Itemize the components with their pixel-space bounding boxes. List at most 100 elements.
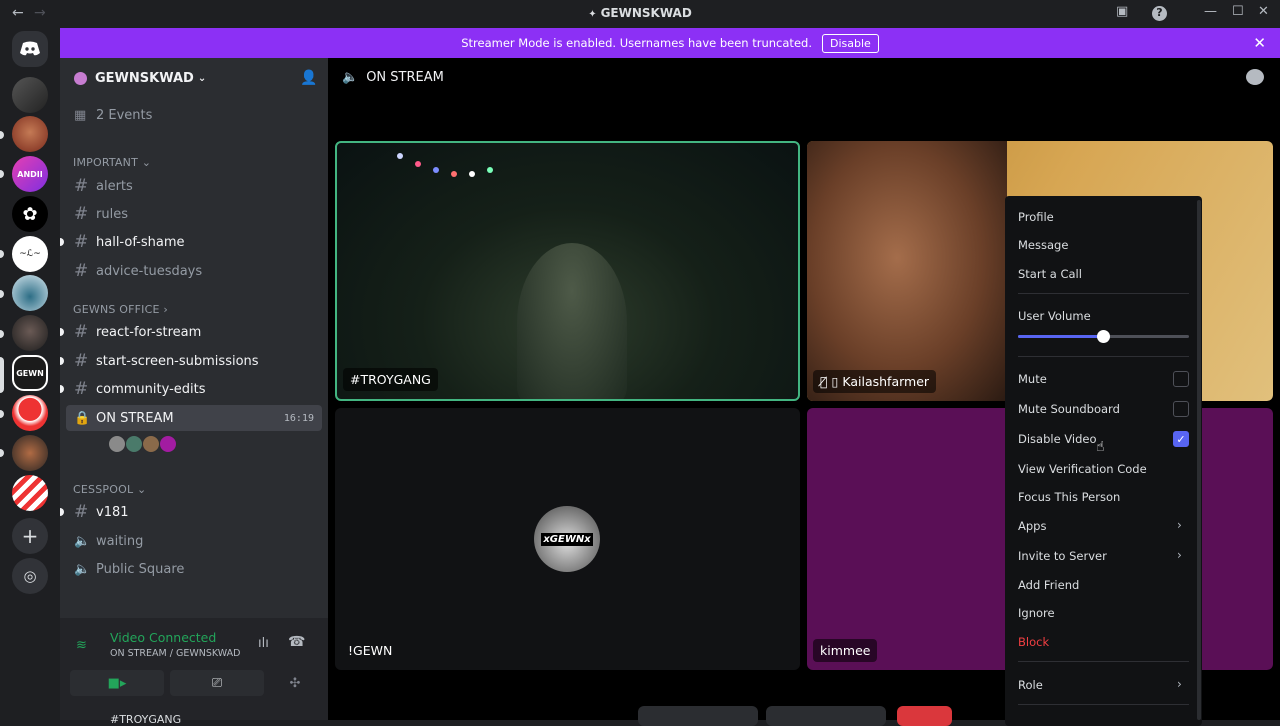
chevron-right-icon: › xyxy=(1177,518,1182,532)
channel-waiting[interactable]: 🔈 waiting xyxy=(66,528,322,554)
camera-button[interactable]: ■▸ xyxy=(70,670,164,696)
server-logo-icon: ✦ xyxy=(588,9,597,20)
events-label: 2 Events xyxy=(96,107,153,123)
activities-button[interactable]: ✣ xyxy=(270,670,320,696)
disconnect-icon[interactable]: ☎ xyxy=(288,634,305,650)
help-icon[interactable]: ? xyxy=(1152,6,1167,21)
mute-checkbox[interactable] xyxy=(1173,371,1189,387)
menu-item-add-friend[interactable]: Add Friend xyxy=(1018,578,1079,592)
voice-status[interactable]: Video Connected xyxy=(110,630,216,645)
server-icon-popcorn[interactable] xyxy=(12,475,48,511)
menu-item-block[interactable]: Block xyxy=(1018,635,1049,649)
channel-public-square[interactable]: 🔈 Public Square xyxy=(66,556,322,582)
person-silhouette xyxy=(517,243,627,399)
channel-alerts[interactable]: # alerts xyxy=(66,173,322,199)
channel-label: waiting xyxy=(96,533,144,549)
server-icon-portrait[interactable] xyxy=(12,315,48,351)
channel-sidebar: GEWNSKWAD ⌄ 👤 ▦ 2 Events IMPORTANT ⌄ # al… xyxy=(60,58,328,726)
channel-label: start-screen-submissions xyxy=(96,353,259,369)
menu-item-mute[interactable]: Mute xyxy=(1018,372,1047,386)
speaker-icon: 🔈 xyxy=(74,561,91,577)
disable-video-checkbox[interactable]: ✓ xyxy=(1173,431,1189,447)
title-bar: ← → ✦ GEWNSKWAD ▣ ? — ☐ ✕ xyxy=(0,0,1280,28)
participant-avatar xyxy=(125,435,143,453)
avatar-text: xGEWNx xyxy=(541,532,593,546)
category-important[interactable]: IMPORTANT ⌄ xyxy=(73,156,151,169)
menu-item-apps[interactable]: Apps xyxy=(1018,519,1046,533)
stage-control-share[interactable] xyxy=(766,706,886,726)
channel-advice-tuesdays[interactable]: # advice-tuesdays xyxy=(66,258,322,284)
chat-bubble-icon[interactable] xyxy=(1246,69,1264,85)
menu-item-disable-video[interactable]: Disable Video xyxy=(1018,432,1097,446)
events-item[interactable]: ▦ 2 Events xyxy=(66,102,322,128)
server-icon-butterfly[interactable]: ✿ xyxy=(12,196,48,232)
add-server-icon[interactable]: + xyxy=(12,518,48,554)
muted-mic-icon: 🎙̸ xyxy=(820,374,828,389)
disable-streamer-mode-button[interactable]: Disable xyxy=(821,33,879,53)
menu-item-profile[interactable]: Profile xyxy=(1018,210,1054,224)
menu-item-focus-this-person[interactable]: Focus This Person xyxy=(1018,490,1120,504)
menu-item-ignore[interactable]: Ignore xyxy=(1018,606,1055,620)
menu-separator xyxy=(1018,704,1189,705)
banner-text: Streamer Mode is enabled. Usernames have… xyxy=(461,36,812,50)
user-volume-fill xyxy=(1018,335,1104,338)
stage-control-camera[interactable] xyxy=(638,706,758,726)
add-member-icon[interactable]: 👤 xyxy=(300,70,317,86)
channel-label: v181 xyxy=(96,504,129,520)
maximize-icon[interactable]: ☐ xyxy=(1232,4,1244,19)
channel-label: react-for-stream xyxy=(96,324,202,340)
mouse-cursor-icon: ☝ xyxy=(1096,439,1105,455)
server-icon-script-logo[interactable]: ~ℒ~ xyxy=(12,236,48,272)
server-icon-photo[interactable] xyxy=(12,275,48,311)
channel-on-stream[interactable]: 🔒 ON STREAM 16:19 xyxy=(66,405,322,431)
channel-label: rules xyxy=(96,206,128,222)
channel-start-screen-submissions[interactable]: # start-screen-submissions xyxy=(60,348,322,374)
voice-status-panel: ≋ Video Connected ON STREAM / GEWNSKWAD … xyxy=(60,618,328,726)
window-title-text: GEWNSKWAD xyxy=(600,6,692,20)
hash-icon: # xyxy=(74,379,89,399)
menu-item-user-volume: User Volume xyxy=(1018,309,1091,323)
discord-home-icon[interactable] xyxy=(12,31,48,67)
participant-avatar xyxy=(142,435,160,453)
channel-community-edits[interactable]: # community-edits xyxy=(60,376,322,402)
participant-avatar xyxy=(108,435,126,453)
menu-item-start-call[interactable]: Start a Call xyxy=(1018,267,1082,281)
server-icon-andii-skwad[interactable]: ANDII xyxy=(12,156,48,192)
server-header[interactable]: GEWNSKWAD ⌄ 👤 xyxy=(60,58,328,98)
menu-item-role[interactable]: Role xyxy=(1018,678,1043,692)
user-volume-slider[interactable] xyxy=(1018,330,1189,343)
server-icon-gewnskwad[interactable]: GEWN xyxy=(12,355,48,391)
channel-react-for-stream[interactable]: # react-for-stream xyxy=(60,319,322,345)
menu-scrollbar[interactable] xyxy=(1197,200,1201,720)
hash-icon: # xyxy=(74,176,89,196)
menu-item-mute-soundboard[interactable]: Mute Soundboard xyxy=(1018,402,1120,416)
channel-label: community-edits xyxy=(96,381,206,397)
screen-share-button[interactable]: ⎚ xyxy=(170,670,264,696)
close-banner-icon[interactable]: ✕ xyxy=(1253,34,1266,52)
voice-location[interactable]: ON STREAM / GEWNSKWAD xyxy=(110,648,240,659)
menu-item-view-verification-code[interactable]: View Verification Code xyxy=(1018,462,1147,476)
video-tile-gewn[interactable]: xGEWNx !GEWN xyxy=(335,408,800,670)
stage-control-leave[interactable] xyxy=(897,706,952,726)
mute-soundboard-checkbox[interactable] xyxy=(1173,401,1189,417)
channel-rules[interactable]: # rules xyxy=(66,201,322,227)
server-icon-cars[interactable] xyxy=(12,77,48,113)
menu-item-invite-to-server[interactable]: Invite to Server xyxy=(1018,549,1107,563)
noise-suppression-icon[interactable]: ılı xyxy=(258,636,269,651)
video-tile-troygang[interactable]: #TROYGANG xyxy=(335,141,800,401)
voice-participants[interactable] xyxy=(108,435,188,455)
channel-v181[interactable]: # v181 xyxy=(60,499,322,525)
server-icon-avatar[interactable] xyxy=(12,116,48,152)
close-window-icon[interactable]: ✕ xyxy=(1258,4,1269,19)
category-gewns-office[interactable]: GEWNS OFFICE › xyxy=(73,303,168,316)
inbox-icon[interactable]: ▣ xyxy=(1116,4,1128,19)
server-icon-mushroom[interactable] xyxy=(12,395,48,431)
server-icon-cat[interactable] xyxy=(12,435,48,471)
user-volume-handle[interactable] xyxy=(1097,330,1110,343)
chevron-right-icon: › xyxy=(1177,677,1182,691)
channel-hall-of-shame[interactable]: # hall-of-shame xyxy=(60,229,322,255)
category-cesspool[interactable]: CESSPOOL ⌄ xyxy=(73,483,146,496)
menu-item-message[interactable]: Message xyxy=(1018,238,1068,252)
discover-icon[interactable]: ◎ xyxy=(12,558,48,594)
minimize-icon[interactable]: — xyxy=(1204,4,1217,19)
